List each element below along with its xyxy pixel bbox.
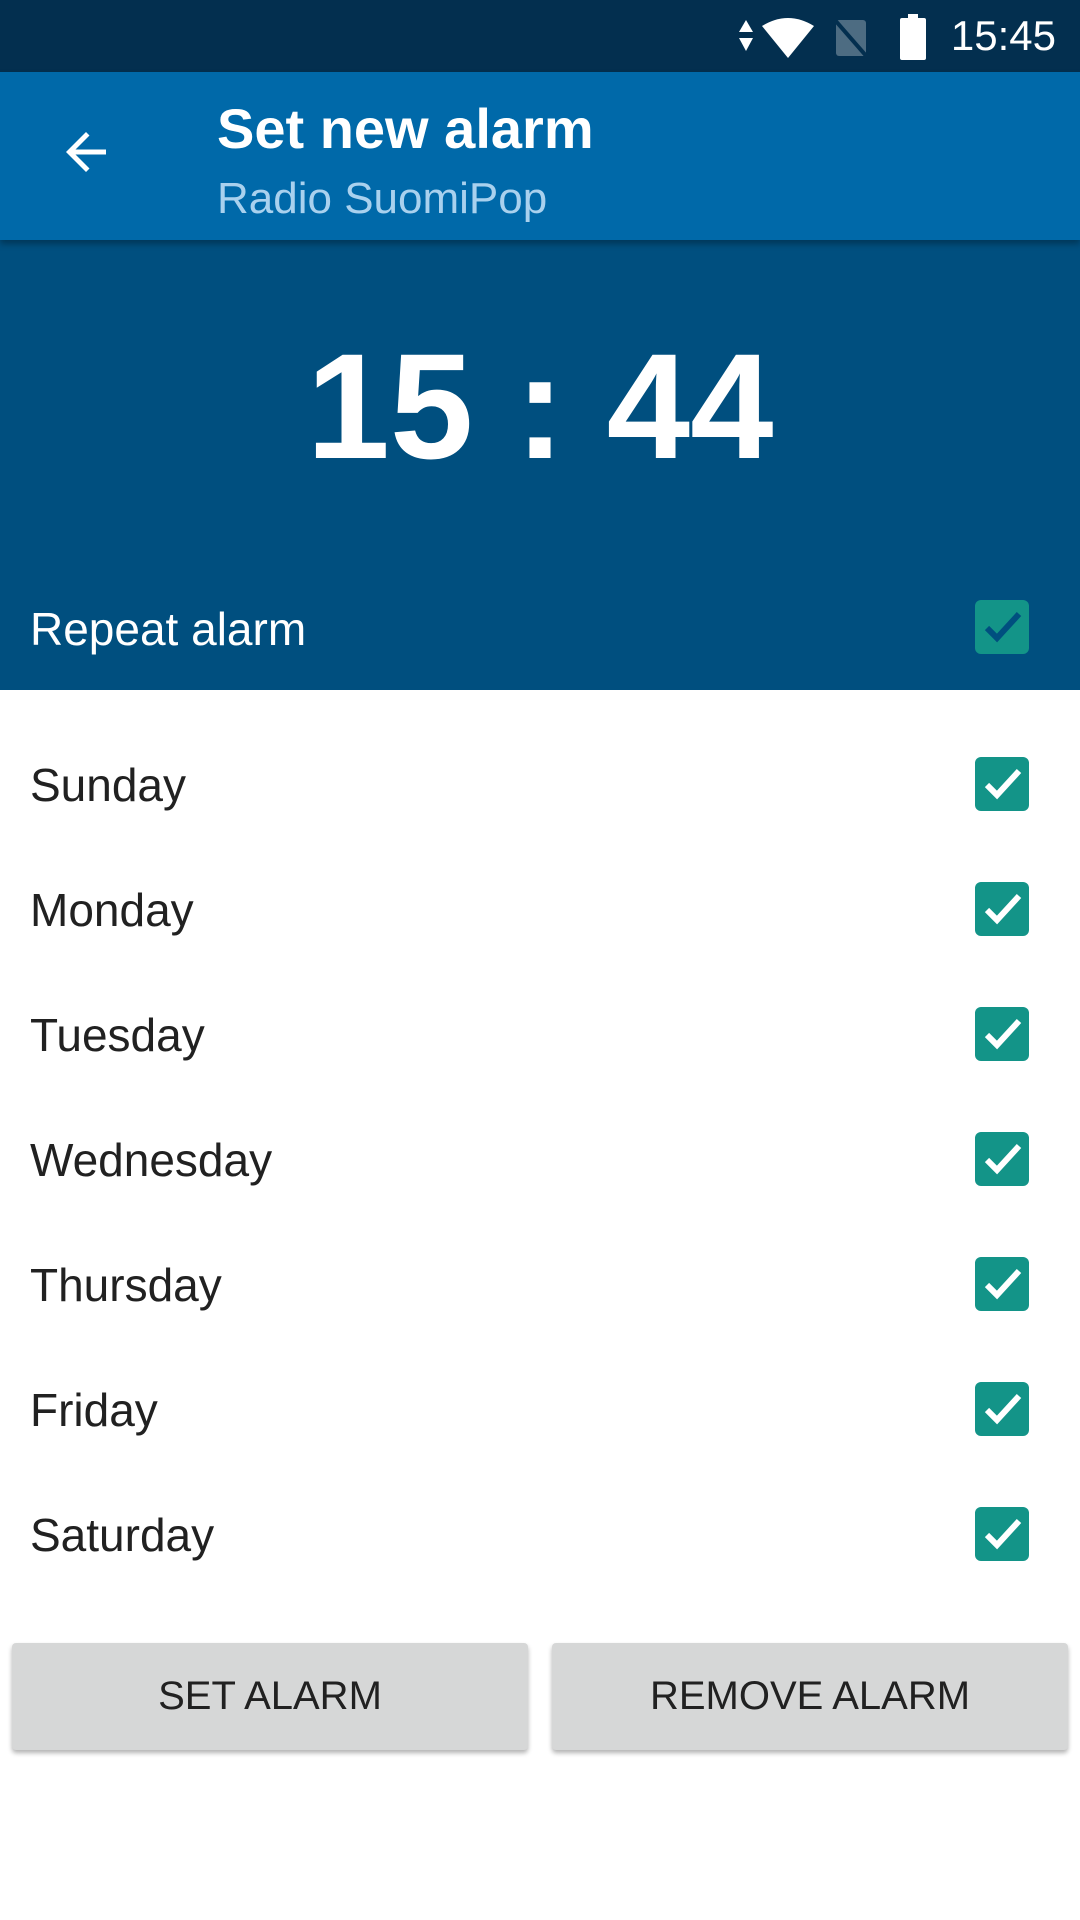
day-label: Tuesday xyxy=(30,1009,205,1061)
day-label: Wednesday xyxy=(30,1134,273,1186)
day-checkbox[interactable] xyxy=(975,757,1029,811)
day-row-thursday[interactable]: Thursday xyxy=(0,1222,1080,1347)
day-row-saturday[interactable]: Saturday xyxy=(0,1472,1080,1597)
wifi-icon xyxy=(762,18,814,58)
alarm-time-section: 15 : 44 Repeat alarm xyxy=(0,240,1080,690)
arrow-left-icon[interactable] xyxy=(56,122,116,182)
day-checkbox[interactable] xyxy=(975,1507,1029,1561)
data-arrows-icon xyxy=(739,20,753,51)
day-label: Saturday xyxy=(30,1509,215,1561)
repeat-alarm-label: Repeat alarm xyxy=(30,603,307,655)
page-title: Set new alarm xyxy=(217,97,594,160)
day-row-wednesday[interactable]: Wednesday xyxy=(0,1097,1080,1222)
set-alarm-button[interactable]: SET ALARM xyxy=(12,1643,528,1750)
day-label: Thursday xyxy=(30,1259,222,1311)
day-checkbox[interactable] xyxy=(975,1132,1029,1186)
check-icon xyxy=(984,1143,1022,1175)
day-row-tuesday[interactable]: Tuesday xyxy=(0,972,1080,1097)
day-row-monday[interactable]: Monday xyxy=(0,847,1080,972)
check-icon xyxy=(984,1393,1022,1425)
app-bar: Set new alarm Radio SuomiPop xyxy=(0,72,1080,240)
day-row-friday[interactable]: Friday xyxy=(0,1347,1080,1472)
check-icon xyxy=(984,893,1022,925)
alarm-time-picker[interactable]: 15 : 44 xyxy=(0,320,1080,493)
day-label: Friday xyxy=(30,1384,158,1436)
day-checkbox[interactable] xyxy=(975,882,1029,936)
no-sim-icon xyxy=(832,18,870,58)
day-label: Sunday xyxy=(30,759,187,811)
repeat-alarm-checkbox[interactable] xyxy=(975,600,1029,654)
remove-alarm-button[interactable]: REMOVE ALARM xyxy=(552,1643,1068,1750)
check-icon xyxy=(984,611,1022,643)
day-row-sunday[interactable]: Sunday xyxy=(0,722,1080,847)
day-checkbox[interactable] xyxy=(975,1007,1029,1061)
check-icon xyxy=(984,1518,1022,1550)
battery-icon xyxy=(900,14,926,60)
check-icon xyxy=(984,1268,1022,1300)
status-bar: 15:45 xyxy=(0,0,1080,72)
check-icon xyxy=(984,1018,1022,1050)
check-icon xyxy=(984,768,1022,800)
day-checkbox[interactable] xyxy=(975,1257,1029,1311)
page-subtitle: Radio SuomiPop xyxy=(217,174,548,223)
day-checkbox[interactable] xyxy=(975,1382,1029,1436)
day-label: Monday xyxy=(30,884,194,936)
status-time: 15:45 xyxy=(950,12,1056,59)
